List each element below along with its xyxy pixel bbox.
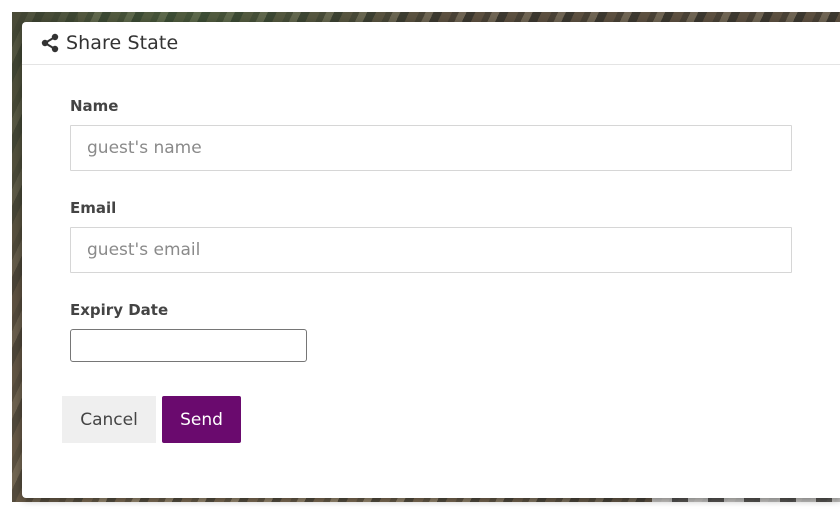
name-field-group: Name xyxy=(70,97,792,171)
cancel-button[interactable]: Cancel xyxy=(62,396,156,443)
dialog-actions: Cancel Send xyxy=(62,396,792,443)
email-input[interactable] xyxy=(70,227,792,273)
share-icon xyxy=(40,33,60,53)
email-field-group: Email xyxy=(70,199,792,273)
name-input[interactable] xyxy=(70,125,792,171)
name-label: Name xyxy=(70,97,119,115)
dialog-body: Name Email Expiry Date Cancel Send xyxy=(22,65,840,443)
expiry-date-input[interactable] xyxy=(70,329,307,362)
share-state-dialog: Share State Name Email Expiry Date Cance… xyxy=(22,22,840,498)
expiry-field-group: Expiry Date xyxy=(70,301,792,362)
expiry-label: Expiry Date xyxy=(70,301,169,319)
send-button[interactable]: Send xyxy=(162,396,241,443)
dialog-header: Share State xyxy=(22,22,840,65)
dialog-title: Share State xyxy=(66,32,179,54)
email-label: Email xyxy=(70,199,117,217)
